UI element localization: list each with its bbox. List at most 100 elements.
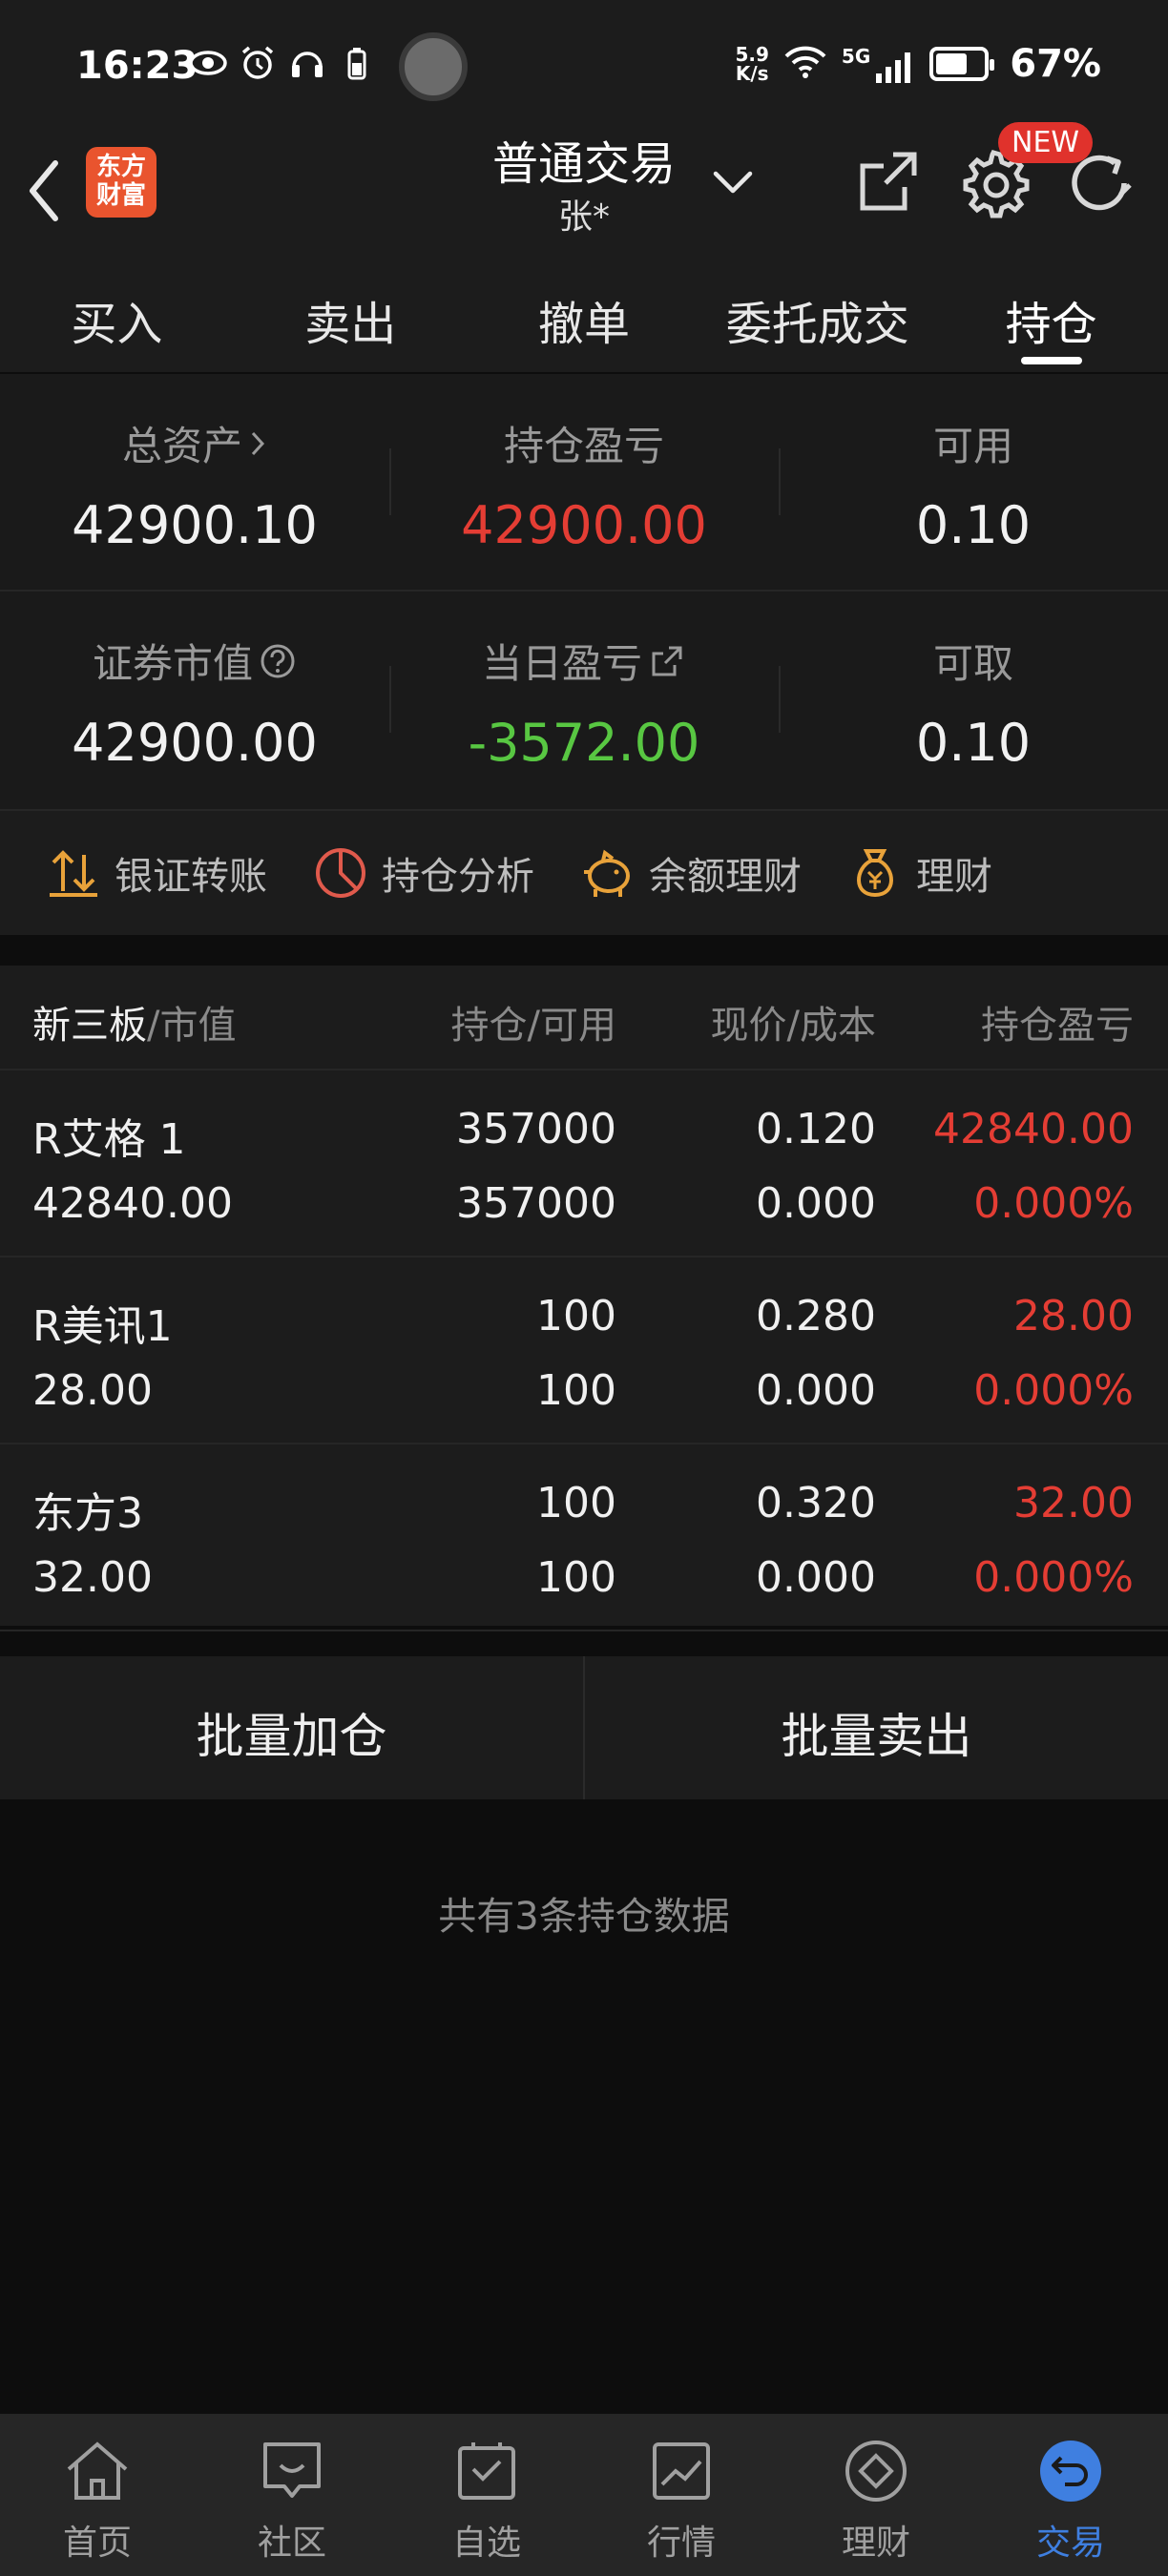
header-name-market[interactable]: 新三板/市值 — [32, 994, 236, 1049]
stock-price: 0.280 — [756, 1292, 876, 1340]
tab-positions[interactable]: 持仓 — [934, 267, 1168, 372]
wealth-icon — [845, 2441, 907, 2502]
tab-buy[interactable]: 买入 — [0, 267, 234, 372]
stock-market-value: 28.00 — [32, 1366, 153, 1415]
securities-value-label: 证券市值 — [92, 640, 253, 687]
nav-trade[interactable]: 交易 — [973, 2414, 1168, 2576]
stock-market-value: 32.00 — [32, 1553, 153, 1602]
total-assets-label: 总资产 — [121, 423, 242, 469]
trade-icon — [1040, 2441, 1101, 2502]
quick-actions: 银证转账 持仓分析 余额理财 理财 — [0, 809, 1168, 935]
position-pnl: 持仓盈亏 42900.00 — [389, 374, 779, 590]
battery-percent: 67% — [1010, 42, 1101, 86]
header-qty: 持仓/可用 — [450, 1004, 616, 1048]
total-assets[interactable]: 总资产 42900.10 — [0, 374, 389, 590]
position-analysis-button[interactable]: 持仓分析 — [313, 845, 534, 901]
stock-price: 0.120 — [756, 1105, 876, 1153]
nav-watchlist-label: 自选 — [451, 2524, 521, 2563]
batch-add-button[interactable]: 批量加仓 — [0, 1656, 583, 1799]
stock-pnl: 42840.00 — [933, 1105, 1134, 1153]
total-assets-label-wrap: 总资产 — [0, 414, 389, 472]
position-pnl-label: 持仓盈亏 — [503, 423, 664, 469]
available-funds: 可用 0.10 — [779, 374, 1168, 590]
batch-sell-button[interactable]: 批量卖出 — [583, 1656, 1168, 1799]
holdings-count-note: 共有3条持仓数据 — [438, 1895, 730, 1939]
tab-orders[interactable]: 委托成交 — [700, 267, 934, 372]
external-link-icon — [860, 152, 917, 211]
nav-watchlist[interactable]: 自选 — [389, 2414, 584, 2576]
stock-price: 0.320 — [756, 1479, 876, 1527]
bank-transfer-button[interactable]: 银证转账 — [46, 845, 267, 901]
daily-pnl[interactable]: 当日盈亏 -3572.00 — [389, 592, 779, 809]
pie-chart-icon — [316, 848, 365, 898]
piggy-bank-icon — [584, 849, 630, 897]
holdings-header: 新三板/市值 持仓/可用 现价/成本 持仓盈亏 — [0, 966, 1168, 1070]
tab-sell[interactable]: 卖出 — [234, 267, 468, 372]
stock-name: R美讯1 — [32, 1302, 173, 1351]
bottom-nav: 首页 社区 自选 行情 理财 交易 — [0, 2414, 1168, 2576]
nav-community[interactable]: 社区 — [195, 2414, 389, 2576]
share-external-button[interactable] — [855, 149, 922, 216]
total-assets-value: 42900.10 — [72, 495, 318, 555]
stock-name: R艾格 1 — [32, 1115, 186, 1164]
header-price: 现价/成本 — [710, 1004, 876, 1048]
stock-pnl-pct: 0.000% — [973, 1179, 1134, 1228]
batch-actions: 批量加仓 批量卖出 — [0, 1656, 1168, 1799]
header-market-value: /市值 — [147, 1004, 237, 1048]
trade-tabs: 买入 卖出 撤单 委托成交 持仓 — [0, 267, 1168, 372]
stock-available: 357000 — [456, 1179, 616, 1228]
market-icon — [653, 2442, 710, 2500]
notification-avatar-icon — [399, 32, 468, 101]
battery-fill — [936, 53, 968, 74]
nav-home[interactable]: 首页 — [0, 2414, 195, 2576]
headset-battery-icon — [338, 44, 376, 82]
refresh-button[interactable] — [1061, 145, 1137, 221]
position-pnl-value: 42900.00 — [461, 495, 707, 555]
stock-cost: 0.000 — [756, 1179, 876, 1228]
available-label: 可用 — [932, 423, 1013, 469]
nav-trade-label: 交易 — [1035, 2524, 1105, 2563]
chevron-down-icon[interactable] — [710, 164, 756, 202]
transfer-arrows-icon — [50, 850, 97, 897]
home-icon — [67, 2441, 128, 2500]
holdings-table: 新三板/市值 持仓/可用 现价/成本 持仓盈亏 R艾格 1 42840.00 3… — [0, 966, 1168, 1631]
alarm-icon — [239, 44, 277, 82]
stock-pnl-pct: 0.000% — [973, 1366, 1134, 1415]
table-row[interactable]: 东方3 32.00 100 100 0.320 0.000 32.00 0.00… — [0, 1444, 1168, 1631]
status-time: 16:23 — [76, 44, 198, 88]
balance-wealth-button[interactable]: 余额理财 — [580, 845, 802, 901]
withdrawable-label-wrap: 可取 — [779, 632, 1168, 690]
refresh-icon — [1072, 155, 1132, 211]
eye-icon — [189, 44, 227, 82]
bank-transfer-label: 银证转账 — [115, 855, 267, 899]
nav-market[interactable]: 行情 — [584, 2414, 779, 2576]
stock-position: 100 — [536, 1292, 616, 1340]
network-speed: 5.9 K/s — [735, 45, 768, 83]
withdrawable-funds: 可取 0.10 — [779, 592, 1168, 809]
money-bag-icon — [857, 849, 893, 898]
header-market-board: 新三板 — [32, 1004, 147, 1048]
network-speed-value: 5.9 — [735, 43, 769, 66]
wifi-icon — [782, 43, 828, 85]
signal-label: 5G — [841, 45, 871, 68]
stock-position: 357000 — [456, 1105, 616, 1153]
stock-position: 100 — [536, 1479, 616, 1527]
network-speed-unit: K/s — [735, 62, 769, 85]
stock-pnl-pct: 0.000% — [973, 1553, 1134, 1602]
wealth-button[interactable]: 理财 — [847, 845, 992, 901]
daily-pnl-label: 当日盈亏 — [481, 640, 642, 687]
daily-pnl-value: -3572.00 — [468, 713, 700, 773]
stock-available: 100 — [536, 1553, 616, 1602]
account-summary: 总资产 42900.10 持仓盈亏 42900.00 可用 0.10 证券市值 … — [0, 374, 1168, 809]
tab-cancel[interactable]: 撤单 — [468, 267, 701, 372]
securities-value-amount: 42900.00 — [72, 713, 318, 773]
nav-wealth[interactable]: 理财 — [779, 2414, 973, 2576]
nav-home-label: 首页 — [62, 2524, 132, 2563]
table-row[interactable]: R美讯1 28.00 100 100 0.280 0.000 28.00 0.0… — [0, 1257, 1168, 1444]
wealth-label: 理财 — [916, 855, 992, 899]
help-icon[interactable] — [259, 642, 297, 680]
table-row[interactable]: R艾格 1 42840.00 357000 357000 0.120 0.000… — [0, 1070, 1168, 1257]
withdrawable-value: 0.10 — [915, 713, 1032, 773]
stock-cost: 0.000 — [756, 1366, 876, 1415]
withdrawable-label: 可取 — [932, 640, 1013, 687]
